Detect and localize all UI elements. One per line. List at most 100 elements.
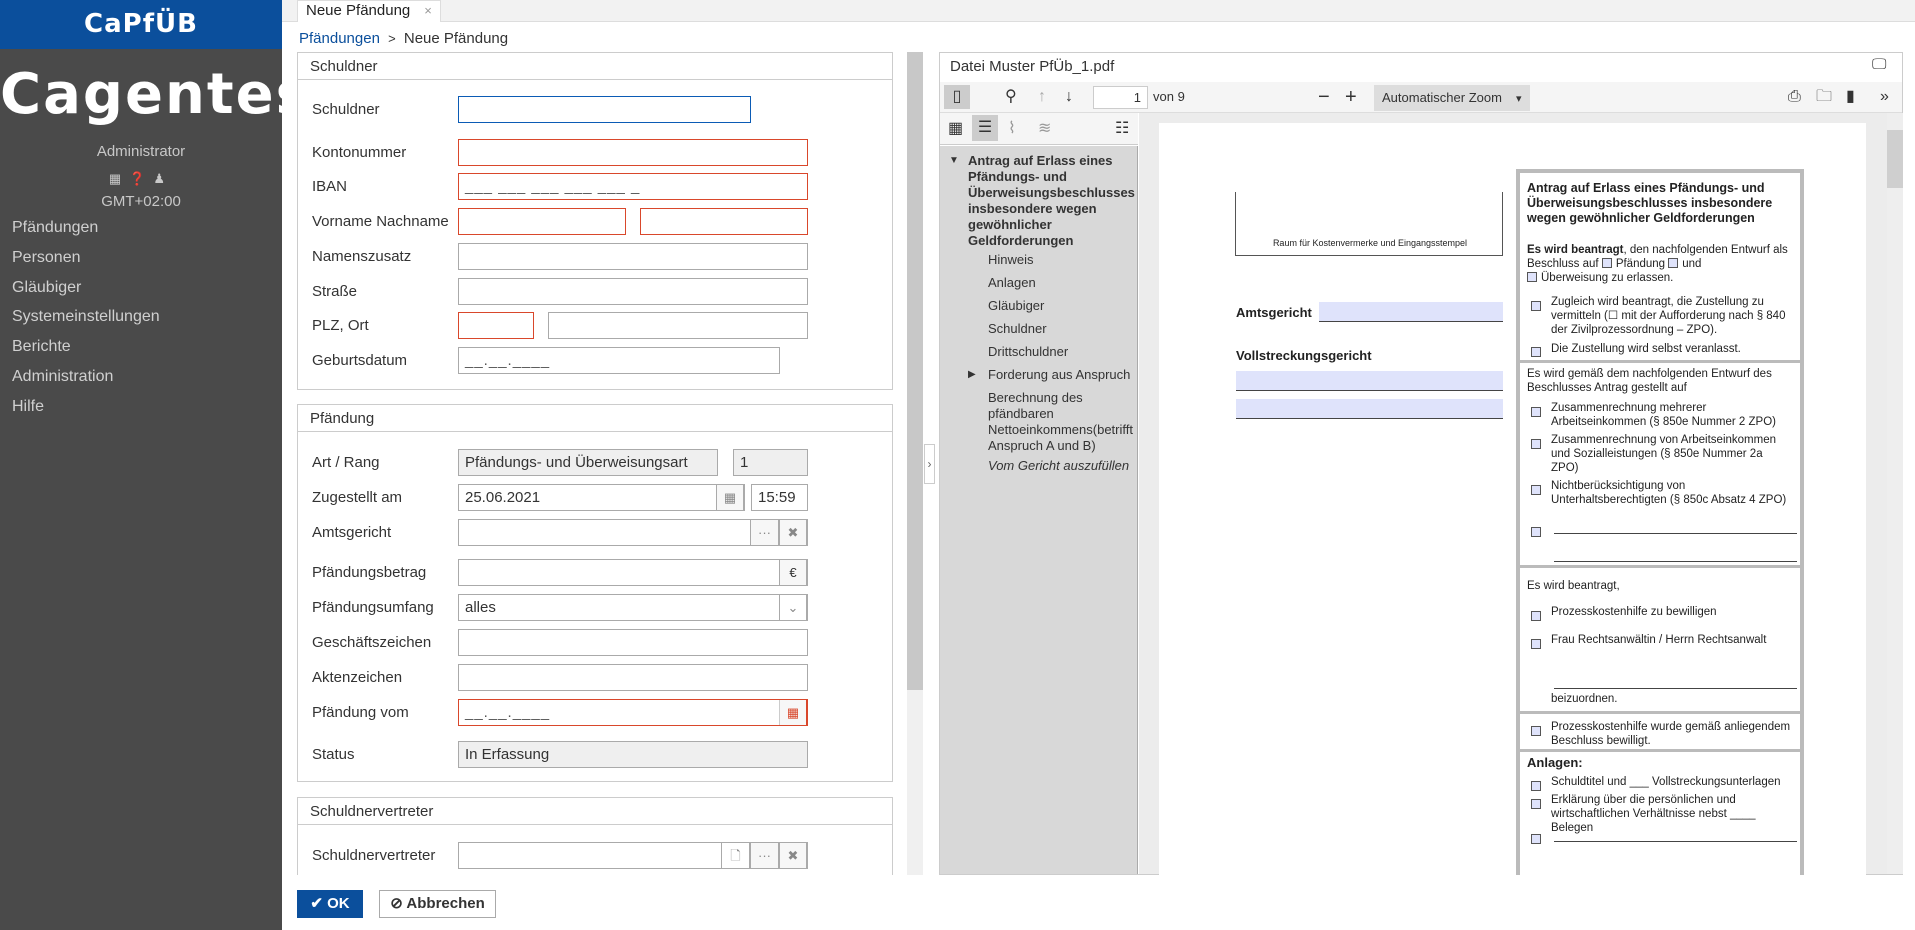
rang-input: 1 xyxy=(733,449,808,476)
clear-icon[interactable]: ✖ xyxy=(779,520,807,545)
layers-icon[interactable]: ≋ xyxy=(1038,114,1051,144)
checkbox[interactable] xyxy=(1531,403,1545,421)
search-icon[interactable]: ⚲ xyxy=(1005,82,1017,112)
label: Pfändungsumfang xyxy=(312,599,434,616)
viewer-scrollbar[interactable] xyxy=(1887,113,1903,874)
checkbox[interactable] xyxy=(1668,258,1679,268)
ort-input[interactable] xyxy=(548,312,808,339)
nav-hilfe[interactable]: Hilfe xyxy=(12,398,44,416)
strasse-input[interactable] xyxy=(458,278,808,305)
nachname-input[interactable] xyxy=(640,208,808,235)
checkbox[interactable] xyxy=(1531,777,1545,795)
outline-item[interactable]: Berechnung des pfändbaren Nettoeinkommen… xyxy=(988,390,1136,454)
calendar-icon[interactable]: ▦ xyxy=(716,485,744,510)
more-icon[interactable]: ··· xyxy=(750,520,779,545)
schuldnervertreter-input[interactable]: 🗋 ··· ✖ xyxy=(458,842,808,869)
monitor-icon[interactable]: 🖵 xyxy=(1872,56,1886,73)
beantragt-text: Es wird beantragt, xyxy=(1527,580,1620,592)
checkbox[interactable] xyxy=(1531,523,1545,541)
vorname-input[interactable] xyxy=(458,208,626,235)
geschaeftszeichen-input[interactable] xyxy=(458,629,808,656)
form-scrollbar-thumb[interactable] xyxy=(907,52,923,690)
tab-neue-pfaendung[interactable]: Neue Pfändung × xyxy=(297,0,441,22)
checkbox[interactable] xyxy=(1531,607,1545,625)
checkbox[interactable] xyxy=(1531,830,1545,848)
vollstreckungsgericht-field[interactable] xyxy=(1236,371,1503,391)
chevron-down-icon[interactable]: ⌄ xyxy=(779,595,807,620)
help-icon[interactable]: ❓ xyxy=(129,171,153,186)
iban-input[interactable]: ___ ___ ___ ___ ___ _ xyxy=(458,173,808,200)
sidebar-toggle-icon[interactable]: ▯ xyxy=(944,85,970,109)
calendar-icon[interactable]: ▦ xyxy=(779,700,807,725)
aktenzeichen-input[interactable] xyxy=(458,664,808,691)
zugestellt-date-input[interactable]: 25.06.2021 ▦ xyxy=(458,484,745,511)
schuldner-input[interactable]: ··· ✖ xyxy=(458,96,751,123)
nav-berichte[interactable]: Berichte xyxy=(12,338,71,356)
clear-icon[interactable]: ✖ xyxy=(779,843,807,868)
outline-item[interactable]: Schuldner xyxy=(988,321,1136,337)
label: Zugestellt am xyxy=(312,489,403,506)
nav-pfaendungen[interactable]: Pfändungen xyxy=(12,219,98,237)
outline-item[interactable]: Drittschuldner xyxy=(988,344,1136,360)
breadcrumb-pfaendungen[interactable]: Pfändungen xyxy=(299,30,380,47)
checkbox[interactable] xyxy=(1531,435,1545,453)
outline-item[interactable]: Vom Gericht auszufüllen xyxy=(988,458,1136,474)
nav-administration[interactable]: Administration xyxy=(12,368,113,386)
zugestellt-time-input[interactable]: 15:59 xyxy=(751,484,808,511)
nav-personen[interactable]: Personen xyxy=(12,249,81,267)
ok-button[interactable]: ✔ OK xyxy=(297,890,363,918)
geburtsdatum-input[interactable]: __.__.____ ▦ xyxy=(458,347,780,374)
cancel-button[interactable]: ⊘ Abbrechen xyxy=(379,890,496,918)
checkbox[interactable] xyxy=(1531,795,1545,813)
checkbox[interactable] xyxy=(1531,481,1545,499)
amtsgericht-input[interactable]: ··· ✖ xyxy=(458,519,808,546)
checkbox[interactable] xyxy=(1601,258,1612,268)
expanded-triangle-icon[interactable]: ▼ xyxy=(949,155,959,166)
close-icon[interactable]: × xyxy=(424,1,432,22)
more-icon[interactable]: ··· xyxy=(750,96,751,123)
attachments-icon[interactable]: ⌇ xyxy=(1008,114,1016,144)
checkbox[interactable] xyxy=(1531,343,1545,361)
kontonummer-input[interactable] xyxy=(458,139,808,166)
arrow-up-icon[interactable]: ↑ xyxy=(1038,82,1046,112)
calendar-icon[interactable]: ▦ xyxy=(779,347,780,374)
checkbox[interactable] xyxy=(1531,722,1545,740)
outline-item[interactable]: Anlagen xyxy=(988,275,1136,291)
chevron-down-icon: ▾ xyxy=(1515,93,1522,105)
collapse-handle-chevron-right-icon[interactable]: › xyxy=(924,444,935,484)
outline-item-main[interactable]: Antrag auf Erlass eines Pfändungs- und Ü… xyxy=(968,153,1135,249)
zoom-select[interactable]: Automatischer Zoom ▾ xyxy=(1374,85,1530,111)
arrow-down-icon[interactable]: ↓ xyxy=(1065,82,1073,112)
checkbox[interactable] xyxy=(1531,297,1545,315)
document-icon[interactable]: 🗋 xyxy=(721,843,750,868)
checkbox[interactable] xyxy=(1531,635,1545,653)
plz-input[interactable] xyxy=(458,312,534,339)
pfaendung-vom-input[interactable]: __.__.____ ▦ xyxy=(458,699,808,726)
apps-icon[interactable]: ▦ xyxy=(109,171,129,186)
open-file-icon[interactable]: 🗀 xyxy=(1816,82,1832,112)
nav-systemeinstellungen[interactable]: Systemeinstellungen xyxy=(12,308,160,326)
amtsgericht-field[interactable] xyxy=(1319,302,1503,322)
outline-icon[interactable]: ☰ xyxy=(972,115,998,141)
user-icon[interactable]: ♟ xyxy=(153,171,173,186)
collapsed-triangle-icon[interactable]: ▶ xyxy=(968,369,976,380)
outline-item[interactable]: Hinweis xyxy=(988,252,1136,268)
current-outline-icon[interactable]: ☷ xyxy=(1115,114,1129,144)
vollstreckungsgericht-field[interactable] xyxy=(1236,399,1503,419)
print-icon[interactable]: ⎙ xyxy=(1788,82,1801,112)
zoom-in-icon[interactable]: + xyxy=(1345,82,1357,112)
page-number-input[interactable]: 1 xyxy=(1093,86,1148,109)
namenszusatz-input[interactable] xyxy=(458,243,808,270)
betrag-input[interactable]: € xyxy=(458,559,808,586)
zoom-out-icon[interactable]: − xyxy=(1318,82,1330,112)
bookmark-icon[interactable]: ▮ xyxy=(1846,82,1855,112)
more-icon[interactable]: ··· xyxy=(750,843,779,868)
outline-item[interactable]: Forderung aus Anspruch xyxy=(988,367,1136,383)
viewer-scrollbar-thumb[interactable] xyxy=(1887,130,1903,188)
umfang-select[interactable]: alles ⌄ xyxy=(458,594,808,621)
thumbnails-icon[interactable]: ▦ xyxy=(948,114,963,144)
more-tools-icon[interactable]: » xyxy=(1880,82,1889,112)
checkbox[interactable] xyxy=(1527,272,1537,282)
outline-item[interactable]: Gläubiger xyxy=(988,298,1136,314)
nav-glaeubiger[interactable]: Gläubiger xyxy=(12,279,81,297)
